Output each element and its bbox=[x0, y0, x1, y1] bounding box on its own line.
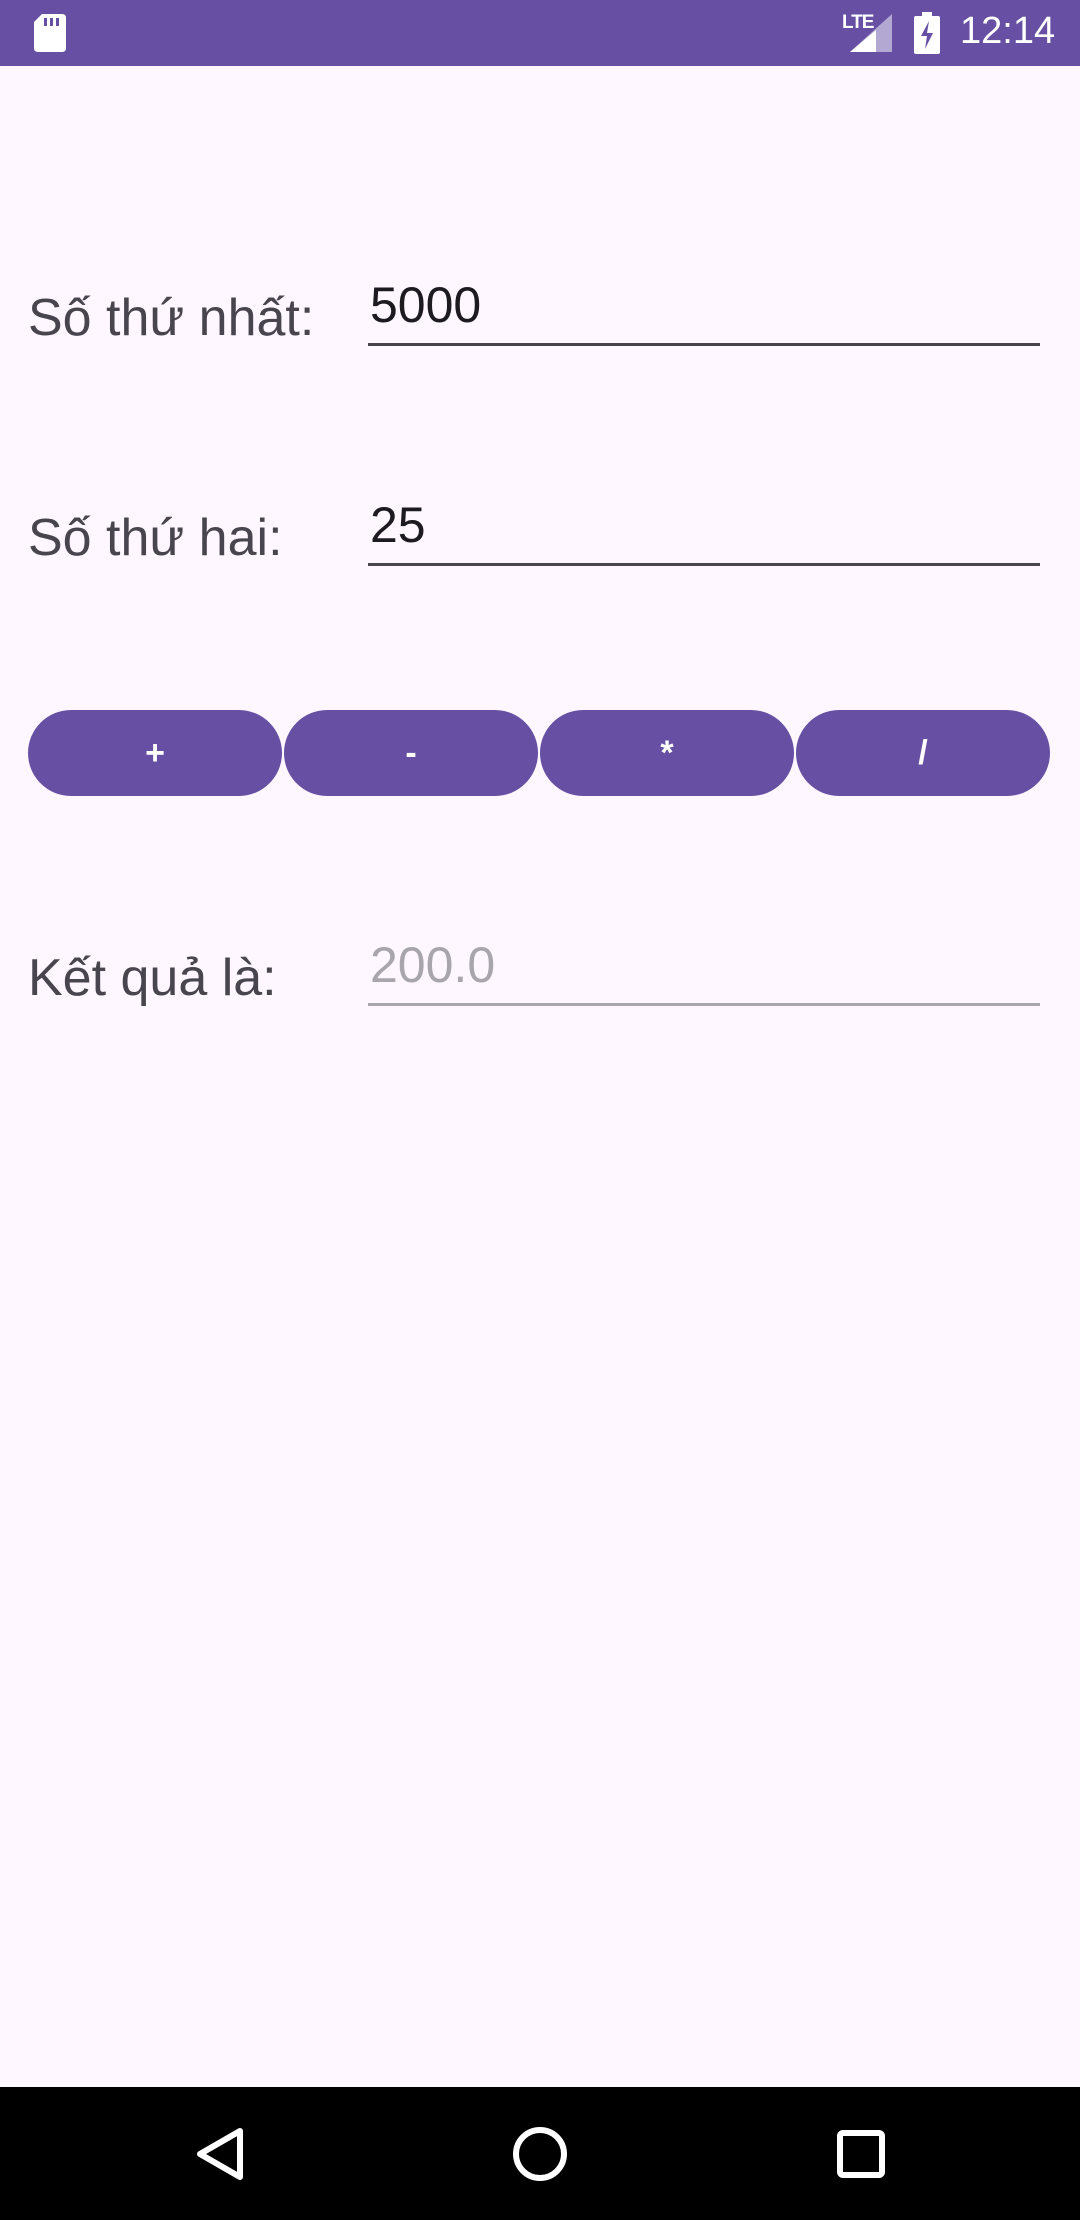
divide-button[interactable]: / bbox=[796, 710, 1050, 796]
battery-charging-icon bbox=[914, 12, 940, 54]
second-number-field[interactable] bbox=[368, 486, 1040, 566]
result-input[interactable] bbox=[368, 926, 1040, 1003]
result-label: Kết quả là: bbox=[28, 949, 277, 1007]
recents-icon[interactable] bbox=[830, 2123, 892, 2185]
clock: 12:14 bbox=[960, 10, 1056, 52]
second-number-input[interactable] bbox=[368, 486, 1040, 563]
back-icon[interactable] bbox=[190, 2123, 252, 2185]
first-number-field[interactable] bbox=[368, 266, 1040, 346]
result-field[interactable] bbox=[368, 926, 1040, 1006]
first-number-input[interactable] bbox=[368, 266, 1040, 343]
status-bar: LTE 12:14 bbox=[0, 0, 1080, 66]
add-button[interactable]: + bbox=[28, 710, 282, 796]
multiply-button[interactable]: * bbox=[540, 710, 794, 796]
home-icon[interactable] bbox=[509, 2123, 571, 2185]
signal-icon bbox=[850, 14, 892, 52]
first-number-label: Số thứ nhất: bbox=[28, 289, 315, 347]
second-number-label: Số thứ hai: bbox=[28, 509, 283, 567]
navigation-bar bbox=[0, 2087, 1080, 2220]
subtract-button[interactable]: - bbox=[284, 710, 538, 796]
sd-card-icon bbox=[34, 14, 66, 52]
